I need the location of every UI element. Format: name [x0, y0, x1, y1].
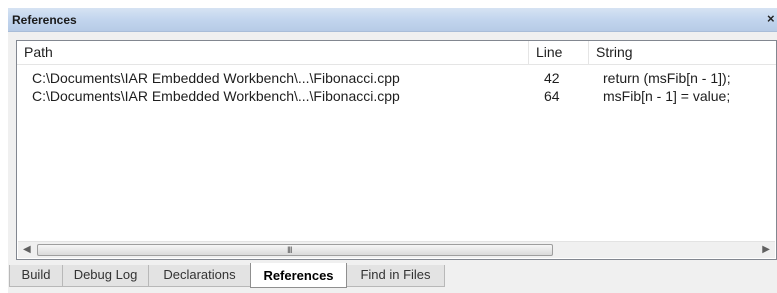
tab-build[interactable]: Build — [9, 265, 63, 287]
column-header-line[interactable]: Line — [529, 41, 589, 64]
scroll-right-icon[interactable]: ▶ — [762, 244, 770, 255]
references-panel: References × Path Line String C:\Documen… — [8, 8, 777, 293]
column-header-path[interactable]: Path — [17, 41, 529, 64]
tab-declarations[interactable]: Declarations — [148, 265, 251, 287]
scroll-left-icon[interactable]: ◀ — [23, 244, 31, 255]
horizontal-scrollbar[interactable]: ◀ III ▶ — [18, 241, 775, 258]
row-line: 64 — [544, 88, 560, 104]
list-row[interactable]: C:\Documents\IAR Embedded Workbench\...\… — [17, 87, 776, 105]
list-row[interactable]: C:\Documents\IAR Embedded Workbench\...\… — [17, 69, 776, 87]
panel-titlebar: References × — [8, 8, 777, 32]
row-path: C:\Documents\IAR Embedded Workbench\...\… — [32, 70, 400, 86]
row-string: msFib[n - 1] = value; — [603, 88, 731, 104]
tab-debug-log[interactable]: Debug Log — [62, 265, 149, 287]
references-list: Path Line String C:\Documents\IAR Embedd… — [16, 40, 777, 260]
row-path: C:\Documents\IAR Embedded Workbench\...\… — [32, 88, 400, 104]
close-icon[interactable]: × — [767, 11, 777, 26]
tab-find-in-files[interactable]: Find in Files — [346, 265, 445, 287]
scrollbar-thumb[interactable]: III — [37, 244, 553, 256]
panel-title: References — [12, 13, 77, 27]
tab-strip: Build Debug Log Declarations References … — [9, 263, 769, 288]
row-line: 42 — [544, 70, 560, 86]
row-string: return (msFib[n - 1]); — [603, 70, 731, 86]
tab-references[interactable]: References — [250, 263, 347, 288]
column-header-string[interactable]: String — [589, 41, 777, 64]
scroll-grip-icon: III — [287, 245, 292, 255]
list-header: Path Line String — [17, 41, 776, 65]
